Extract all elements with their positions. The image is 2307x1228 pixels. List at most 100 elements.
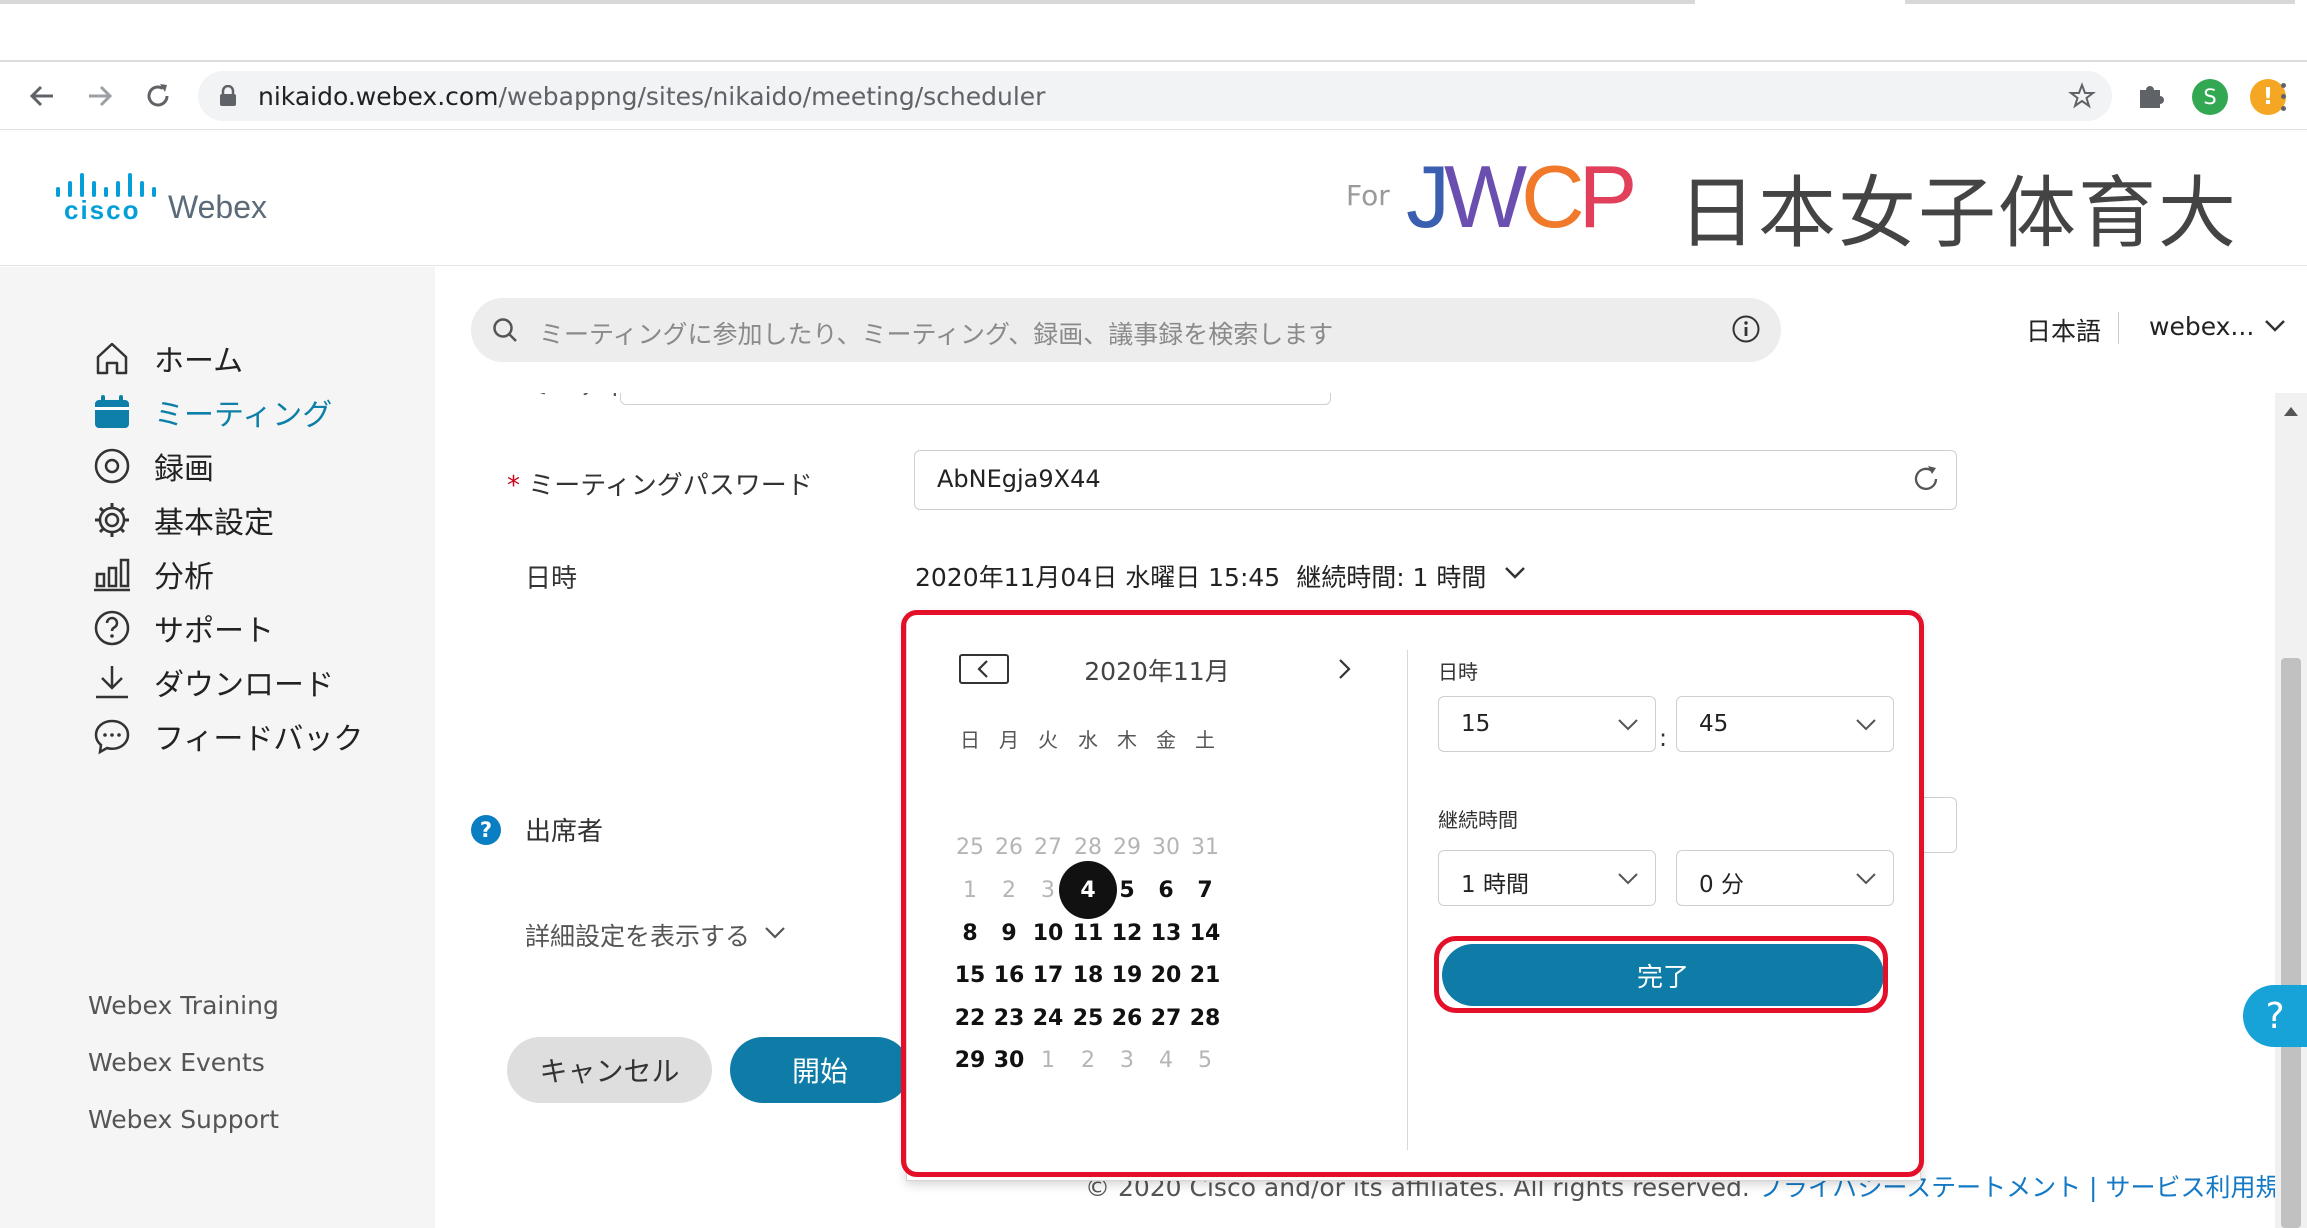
datetime-summary-toggle[interactable]: 2020年11月04日 水曜日 15:45 継続時間: 1 時間 [915,558,1528,594]
sidebar-item-label: サポート [154,614,274,649]
sidebar-item-label: ミーティング [154,398,333,433]
datetime-summary: 2020年11月04日 水曜日 15:45 [915,563,1281,592]
time-colon: : [1659,724,1668,752]
refresh-icon[interactable] [1910,463,1942,499]
scrollbar-thumb[interactable] [2281,658,2301,1228]
for-text: For [1346,179,1390,212]
minute-select[interactable]: 45 [1676,696,1894,752]
gear-icon [90,498,134,542]
duration-summary: 継続時間: 1 時間 [1296,563,1487,592]
hour-value: 15 [1461,711,1491,737]
sidebar-item-label: ダウンロード [154,668,334,703]
picker-divider [1407,650,1408,1150]
minute-value: 45 [1699,711,1729,737]
help-icon [90,606,134,650]
attendees-input[interactable] [1921,797,1957,853]
floating-help-button[interactable]: ? [2243,985,2307,1047]
chart-icon [90,552,134,596]
back-icon[interactable] [22,76,62,116]
profile-avatar[interactable]: S [2192,79,2228,115]
webex-events-link[interactable]: Webex Events [88,1048,265,1077]
sidebar-nav: ホーム ミーティング 録画 基本設定 分析 サポート ダウンロード フィードバッ… [0,267,435,1228]
download-icon [90,660,134,704]
agenda-input[interactable] [620,393,1331,405]
home-icon [90,336,134,380]
password-label: * ミーティングパスワード [507,471,813,501]
page-scrollbar[interactable] [2275,393,2307,1228]
chevron-down-icon[interactable] [2263,313,2287,341]
sidebar-item-meetings[interactable]: ミーティング [90,387,332,437]
attendees-label: 出席者 [525,817,604,847]
search-input[interactable]: ミーティングに参加したり、ミーティング、録画、議事録を検索します [471,298,1781,362]
terms-link[interactable]: サービス利用規約 [2105,1173,2275,1202]
sidebar-item-analytics[interactable]: 分析 [90,549,214,599]
feedback-icon [90,714,134,758]
password-value: AbNEgja9X44 [937,465,1101,493]
jwcpe-logo: JWCPE [1406,151,1636,241]
webex-support-link[interactable]: Webex Support [88,1105,279,1134]
extensions-puzzle-icon[interactable] [2134,78,2170,114]
webex-training-link[interactable]: Webex Training [88,991,279,1020]
chevron-right-icon [1339,659,1351,679]
chevron-down-icon [762,919,788,951]
sidebar-item-label: 分析 [154,560,214,595]
search-icon [491,316,519,348]
account-menu[interactable]: webex... [2149,312,2254,341]
start-button[interactable]: 開始 [730,1037,910,1103]
header-divider [2118,312,2119,344]
browser-toolbar: nikaido.webex.com/webappng/sites/nikaido… [0,62,2307,130]
tab-strip-edge [1905,0,2295,4]
sidebar-item-support[interactable]: サポート [90,603,274,653]
duration-minutes-value: 0 分 [1699,872,1744,898]
chevron-down-icon [1855,869,1877,893]
calendar: 2020年11月 日月火水木金土 25 26 27 28 29 30 31 1 2 3 4 5 6 7 8 9… [907,614,1407,1182]
scroll-up-arrow-icon[interactable] [2284,407,2298,416]
duration-hours-select[interactable]: 1 時間 [1438,850,1656,906]
weekday-label: 土 [1195,728,1215,752]
password-input[interactable]: AbNEgja9X44 [914,450,1957,510]
advanced-settings-label: 詳細設定を表示する [525,922,751,951]
next-month-button[interactable] [1327,652,1361,686]
language-selector[interactable]: 日本語 [2026,312,2101,348]
lock-icon [218,84,238,111]
sidebar-item-home[interactable]: ホーム [90,333,243,383]
advanced-settings-toggle[interactable]: 詳細設定を表示する [525,917,788,953]
reload-icon[interactable] [138,76,178,116]
sidebar-item-feedback[interactable]: フィードバック [90,711,363,761]
time-label: 日時 [1438,660,1478,684]
calendar-icon [90,390,134,434]
done-button[interactable]: 完了 [1442,944,1884,1006]
datetime-picker-popup: 2020年11月 日月火水木金土 25 26 27 28 29 30 31 1 2 3 4 5 6 7 8 9… [906,613,1921,1181]
search-placeholder: ミーティングに参加したり、ミーティング、録画、議事録を検索します [539,320,1334,349]
cisco-wordmark: cisco [64,195,141,225]
duration-label: 継続時間 [1438,808,1518,832]
sidebar-item-preferences[interactable]: 基本設定 [90,495,274,545]
duration-minutes-select[interactable]: 0 分 [1676,850,1894,906]
sidebar-item-label: フィードバック [154,722,364,757]
sidebar-item-downloads[interactable]: ダウンロード [90,657,334,707]
address-bar[interactable]: nikaido.webex.com/webappng/sites/nikaido… [198,71,2112,121]
sidebar-item-recordings[interactable]: 録画 [90,441,214,491]
browser-tab-strip [0,0,2307,62]
sidebar-item-label: 録画 [154,452,214,487]
info-icon[interactable] [1731,314,1761,348]
duration-hours-value: 1 時間 [1461,872,1529,898]
chevron-down-icon [1617,715,1639,739]
attendees-help-icon[interactable]: ? [471,815,501,845]
chevron-down-icon[interactable] [1502,560,1528,592]
calendar-day[interactable]: 5 [1180,1035,1230,1085]
tab-strip-edge [0,0,1695,4]
browser-menu-icon[interactable] [2278,80,2288,114]
forward-icon[interactable] [80,76,120,116]
footer-separator: | [2089,1173,2098,1202]
site-header: cisco Webex For JWCPE 日本女子体育大学 [0,131,2307,371]
cancel-button[interactable]: キャンセル [507,1037,712,1103]
record-icon [90,444,134,488]
sidebar-item-label: ホーム [154,344,244,379]
hour-select[interactable]: 15 [1438,696,1656,752]
url-text: nikaido.webex.com/webappng/sites/nikaido… [258,82,1046,111]
main-header: ミーティングに参加したり、ミーティング、録画、議事録を検索します 日本語 web… [435,267,2307,393]
chevron-down-icon [1855,715,1877,739]
chevron-down-icon [1617,869,1639,893]
bookmark-star-icon[interactable] [2068,82,2096,114]
